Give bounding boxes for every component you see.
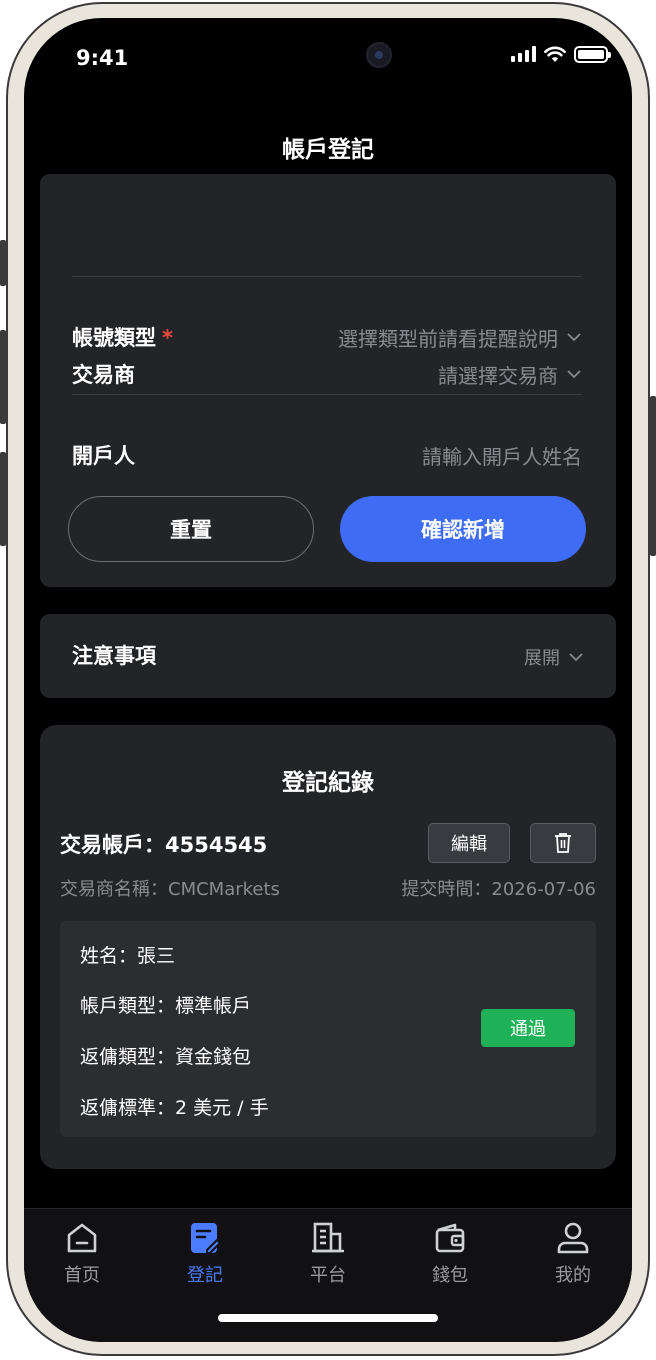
confirm-add-button[interactable]: 確認新增 bbox=[340, 496, 586, 562]
phone-side-button bbox=[0, 240, 6, 286]
edit-button[interactable]: 編輯 bbox=[428, 823, 510, 863]
required-mark: * bbox=[162, 326, 173, 350]
broker-select[interactable]: 請選擇交易商 bbox=[438, 360, 582, 389]
records-card: 登記紀錄 交易帳戶：4554545 編輯 交易商名稱：CMCMarkets 提交… bbox=[40, 725, 616, 1169]
wallet-icon bbox=[435, 1223, 465, 1253]
notice-card[interactable]: 注意事項 展開 bbox=[40, 614, 616, 698]
chevron-down-icon bbox=[567, 370, 581, 379]
record-account-type: 帳戶類型：標準帳戶 bbox=[80, 995, 252, 1017]
status-bar: 9:41 bbox=[24, 18, 632, 98]
tab-home[interactable]: 首页 bbox=[37, 1221, 127, 1287]
account-holder-input[interactable]: 請輸入開戶人姓名 bbox=[422, 441, 582, 470]
tab-label: 我的 bbox=[555, 1265, 591, 1286]
building-icon bbox=[312, 1222, 344, 1253]
phone-side-button bbox=[650, 396, 656, 556]
tab-label: 平台 bbox=[310, 1265, 346, 1286]
notice-expand-toggle[interactable]: 展開 bbox=[524, 644, 584, 670]
trash-icon bbox=[555, 833, 571, 853]
registration-form-card: 交易商 請選擇交易商 帳號類型 * 選擇類型前請看提醒說明 開戶人 請輸入開戶人姓… bbox=[40, 174, 616, 587]
tab-profile[interactable]: 我的 bbox=[528, 1221, 618, 1287]
register-icon bbox=[191, 1223, 222, 1254]
broker-placeholder: 請選擇交易商 bbox=[438, 363, 558, 388]
divider bbox=[72, 394, 582, 395]
front-camera bbox=[366, 42, 392, 68]
notice-label: 注意事項 bbox=[72, 644, 156, 668]
account-type-select[interactable]: 選擇類型前請看提醒說明 bbox=[338, 323, 582, 352]
status-time: 9:41 bbox=[76, 46, 129, 70]
app-screen: 9:41 帳戶登記 交易商 請選擇交易商 帳號類型 * 選擇類型前請看提醒說明 … bbox=[24, 18, 632, 1342]
tab-wallet[interactable]: 錢包 bbox=[405, 1221, 495, 1287]
divider bbox=[72, 276, 582, 277]
expand-label: 展開 bbox=[524, 648, 560, 669]
tab-platform[interactable]: 平台 bbox=[283, 1221, 373, 1287]
account-holder-row[interactable]: 開戶人 請輸入開戶人姓名 bbox=[72, 435, 582, 475]
phone-side-button bbox=[0, 330, 6, 424]
page-title: 帳戶登記 bbox=[282, 137, 374, 163]
account-type-placeholder: 選擇類型前請看提醒說明 bbox=[338, 326, 558, 351]
record-rebate-type: 返傭類型：資金錢包 bbox=[80, 1046, 252, 1068]
record-account: 交易帳戶：4554545 bbox=[60, 833, 268, 857]
record-rebate-standard: 返傭標準：2 美元 / 手 bbox=[80, 1097, 269, 1119]
record-name: 姓名：張三 bbox=[80, 945, 176, 967]
broker-label: 交易商 bbox=[72, 363, 135, 387]
records-title: 登記紀錄 bbox=[282, 770, 374, 796]
account-type-label: 帳號類型 bbox=[72, 326, 156, 350]
account-type-row[interactable]: 帳號類型 * 選擇類型前請看提醒說明 bbox=[72, 317, 582, 357]
record-submit-time: 提交時間：2026-07-06 bbox=[401, 879, 596, 900]
reset-button[interactable]: 重置 bbox=[68, 496, 314, 562]
home-indicator bbox=[218, 1314, 438, 1322]
signal-icon bbox=[511, 46, 536, 62]
tab-label: 錢包 bbox=[432, 1265, 468, 1286]
tab-label: 登記 bbox=[187, 1265, 223, 1286]
user-icon bbox=[557, 1222, 589, 1254]
phone-side-button bbox=[0, 452, 6, 546]
tab-register[interactable]: 登記 bbox=[160, 1221, 250, 1287]
broker-row[interactable]: 交易商 請選擇交易商 bbox=[72, 354, 582, 394]
delete-button[interactable] bbox=[530, 823, 596, 863]
wifi-icon bbox=[544, 46, 566, 62]
record-broker-name: 交易商名稱：CMCMarkets bbox=[60, 879, 280, 900]
record-detail-panel: 姓名：張三 帳戶類型：標準帳戶 返傭類型：資金錢包 返傭標準：2 美元 / 手 … bbox=[60, 921, 596, 1137]
home-icon bbox=[67, 1223, 97, 1253]
status-badge: 通過 bbox=[481, 1009, 575, 1047]
account-holder-label: 開戶人 bbox=[72, 444, 135, 468]
chevron-down-icon bbox=[569, 653, 583, 662]
battery-icon bbox=[574, 45, 611, 63]
chevron-down-icon bbox=[567, 333, 581, 342]
tab-label: 首页 bbox=[64, 1265, 100, 1286]
